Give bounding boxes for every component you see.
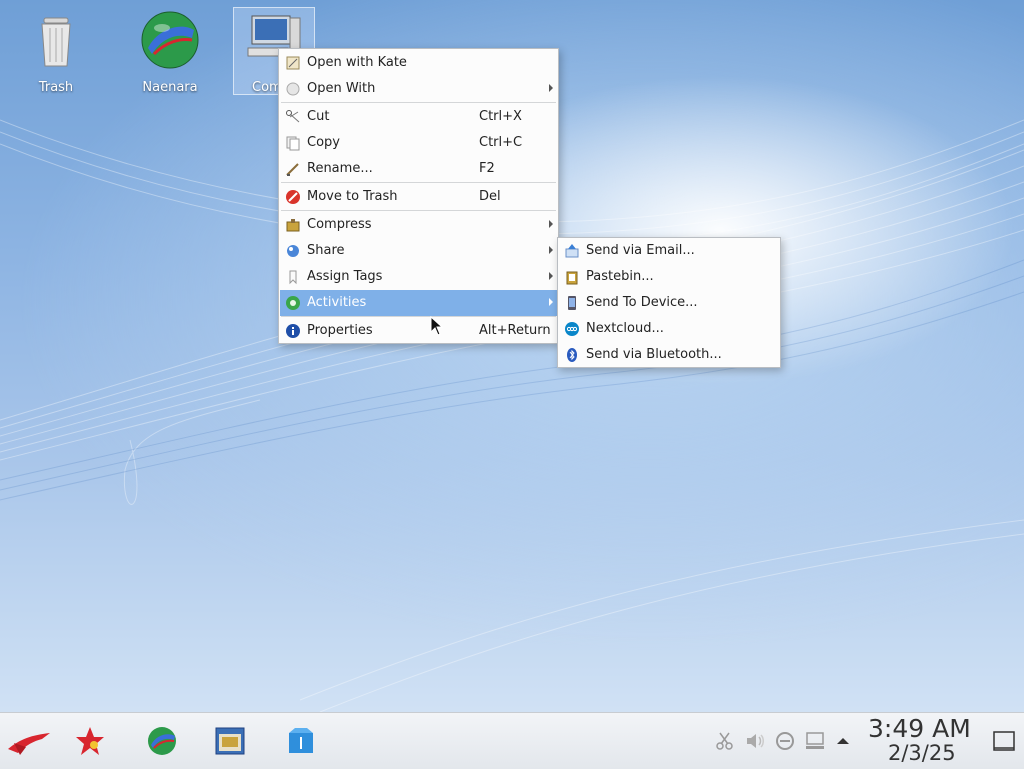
updates-icon[interactable] <box>774 730 796 752</box>
trash-can-icon <box>41 17 71 67</box>
menu-item-activities[interactable]: Activities <box>280 290 557 316</box>
globe-icon <box>141 11 199 69</box>
chevron-right-icon <box>549 272 553 280</box>
desktop-icon-label: Trash <box>38 80 74 95</box>
kate-icon <box>286 56 300 70</box>
file-manager-icon[interactable] <box>214 725 246 757</box>
copy-icon <box>286 136 300 151</box>
chevron-right-icon <box>549 220 553 228</box>
clock-date[interactable]: 2/3/25 <box>888 741 956 765</box>
nextcloud-icon <box>565 322 579 336</box>
menu-item-rename[interactable]: Rename... F2 <box>280 156 557 182</box>
desktop-icon-trash[interactable]: Trash <box>16 8 96 95</box>
show-desktop-icon[interactable] <box>992 729 1016 753</box>
trash-icon <box>286 190 300 204</box>
bluetooth-icon <box>567 348 577 362</box>
menu-item-open-with-kate[interactable]: Open with Kate <box>280 50 557 76</box>
submenu-item-send-via-bluetooth[interactable]: Send via Bluetooth... <box>559 342 779 368</box>
pastebin-icon <box>566 271 578 285</box>
menu-separator <box>281 316 556 317</box>
menu-item-copy[interactable]: Copy Ctrl+C <box>280 130 557 156</box>
menu-separator <box>281 210 556 211</box>
menu-item-open-with[interactable]: Open With <box>280 76 557 102</box>
start-menu-icon[interactable] <box>6 725 52 757</box>
menu-item-assign-tags[interactable]: Assign Tags <box>280 264 557 290</box>
chevron-right-icon <box>549 84 553 92</box>
email-icon <box>565 244 579 258</box>
scissors-icon <box>286 110 300 123</box>
tray-expand-arrow-icon[interactable] <box>832 730 854 752</box>
activities-icon <box>286 296 300 310</box>
chevron-right-icon <box>549 298 553 306</box>
rename-icon <box>286 163 299 176</box>
submenu-item-send-via-email[interactable]: Send via Email... <box>559 238 779 264</box>
compress-icon <box>286 219 300 232</box>
tag-icon <box>289 270 297 285</box>
volume-icon[interactable] <box>744 730 766 752</box>
red-star-icon[interactable] <box>74 725 106 757</box>
open-with-icon <box>286 82 300 96</box>
mouse-cursor-icon <box>430 316 444 336</box>
menu-separator <box>281 102 556 103</box>
submenu-item-nextcloud[interactable]: Nextcloud... <box>559 316 779 342</box>
package-icon[interactable] <box>285 725 317 757</box>
info-icon <box>286 324 300 338</box>
menu-item-cut[interactable]: Cut Ctrl+X <box>280 104 557 130</box>
desktop-icon-naenara[interactable]: Naenara <box>130 8 210 95</box>
device-icon <box>568 296 576 310</box>
menu-item-share[interactable]: Share <box>280 238 557 264</box>
menu-item-move-to-trash[interactable]: Move to Trash Del <box>280 184 557 210</box>
submenu-item-send-to-device[interactable]: Send To Device... <box>559 290 779 316</box>
menu-separator <box>281 182 556 183</box>
globe-browser-icon[interactable] <box>146 725 178 757</box>
clipboard-scissors-icon[interactable] <box>714 730 736 752</box>
menu-item-compress[interactable]: Compress <box>280 212 557 238</box>
chevron-right-icon <box>549 246 553 254</box>
share-submenu: Send via Email... Pastebin... Send To De… <box>557 237 781 368</box>
share-icon <box>287 245 299 257</box>
submenu-item-pastebin[interactable]: Pastebin... <box>559 264 779 290</box>
network-icon[interactable] <box>804 730 826 752</box>
desktop-icon-label: Naenara <box>142 80 198 95</box>
menu-item-properties[interactable]: Properties Alt+Return <box>280 318 557 344</box>
clock-time[interactable]: 3:49 AM <box>868 714 971 743</box>
context-menu: Open with Kate Open With Cut Ctrl+X Copy… <box>278 48 559 344</box>
